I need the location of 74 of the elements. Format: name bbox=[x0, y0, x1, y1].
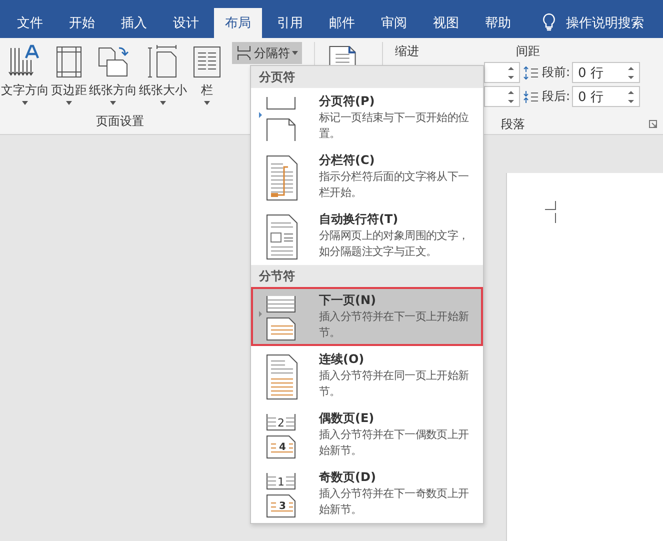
menu-item[interactable]: 1 3 奇数页(D) 插入分节符并在下一奇数页上开始新节。 bbox=[251, 464, 483, 523]
menu-item-description: 插入分节符并在同一页上开始新节。 bbox=[319, 368, 470, 400]
menu-item-description: 插入分节符并在下一奇数页上开始新节。 bbox=[319, 486, 470, 518]
breaks-icon bbox=[236, 45, 252, 61]
new-page-drawing bbox=[266, 494, 296, 518]
ribbon-tab[interactable]: 邮件 bbox=[316, 8, 368, 38]
breaks-dropdown-button[interactable]: 分隔符 bbox=[232, 42, 302, 64]
ribbon-tab[interactable]: 视图 bbox=[420, 8, 472, 38]
page-end-drawing bbox=[266, 472, 296, 490]
menu-item-title: 连续(O) bbox=[319, 351, 364, 368]
caret-icon bbox=[110, 101, 116, 105]
indent-spin-field[interactable] bbox=[484, 62, 520, 83]
menu-item[interactable]: 下一页(N) 插入分节符并在下一页上开始新节。 bbox=[251, 287, 483, 346]
crop-mark-icon bbox=[545, 201, 557, 223]
menu-item[interactable]: 分栏符(C) 指示分栏符后面的文字将从下一栏开始。 bbox=[251, 147, 483, 206]
ribbon-button[interactable]: 纸张方向 bbox=[88, 42, 138, 113]
menu-item[interactable]: 自动换行符(T) 分隔网页上的对象周围的文字，如分隔题注文字与正文。 bbox=[251, 206, 483, 265]
menu-item-description: 插入分节符并在下一页上开始新节。 bbox=[319, 309, 470, 341]
page-number: 4 bbox=[279, 442, 286, 453]
ribbon-tab[interactable]: 帮助 bbox=[472, 8, 524, 38]
page-number: 3 bbox=[279, 501, 286, 512]
ribbon-tab[interactable]: 引用 bbox=[264, 8, 316, 38]
ribbon-tab[interactable]: 布局 bbox=[214, 8, 262, 38]
ribbon-button[interactable]: 纸张大小 bbox=[138, 42, 188, 113]
menu-item-description: 指示分栏符后面的文字将从下一栏开始。 bbox=[319, 169, 470, 201]
ribbon-tab[interactable]: 文件 bbox=[4, 8, 56, 38]
tell-me-search[interactable]: 操作说明搜索 bbox=[566, 8, 644, 38]
group-label: 段落 bbox=[501, 116, 525, 132]
spinner-arrows-icon bbox=[508, 66, 514, 80]
spinner-arrows-icon bbox=[628, 66, 634, 80]
group-label: 页面设置 bbox=[95, 113, 145, 130]
menu-item-description: 插入分节符并在下一偶数页上开始新节。 bbox=[319, 427, 470, 459]
menu-item-title: 奇数页(D) bbox=[319, 469, 376, 486]
ribbon-button[interactable]: 栏 bbox=[188, 42, 226, 113]
caret-icon bbox=[204, 101, 210, 105]
ribbon-tab[interactable]: 设计 bbox=[160, 8, 212, 38]
spacing-before-icon bbox=[523, 66, 539, 80]
spacing-spin-field[interactable]: 0 行 bbox=[572, 62, 640, 83]
menu-item-description: 标记一页结束与下一页开始的位置。 bbox=[319, 110, 470, 142]
menu-section-header: 分节符 bbox=[251, 265, 483, 287]
menu-item[interactable]: 2 4 偶数页(E) 插入分节符并在下一偶数页上开始新节。 bbox=[251, 405, 483, 464]
page-number: 2 bbox=[278, 416, 284, 430]
menu-item-description: 分隔网页上的对象周围的文字，如分隔题注文字与正文。 bbox=[319, 228, 470, 260]
indent-label: 缩进 bbox=[395, 42, 420, 60]
menu-item-title: 下一页(N) bbox=[319, 292, 376, 309]
spinner-arrows-icon bbox=[628, 90, 634, 104]
dialog-launcher-icon[interactable] bbox=[649, 120, 657, 128]
ribbon-tab[interactable]: 开始 bbox=[56, 8, 108, 38]
page-number: 1 bbox=[278, 476, 284, 488]
spacing-field-label: 段前: bbox=[542, 64, 570, 81]
ribbon-button[interactable]: 文字方向 bbox=[0, 42, 50, 113]
spacing-label: 间距 bbox=[516, 42, 540, 60]
ribbon-tab[interactable]: 审阅 bbox=[368, 8, 420, 38]
menu-item-title: 偶数页(E) bbox=[319, 410, 374, 427]
ribbon-tab[interactable]: 插入 bbox=[108, 8, 160, 38]
spacing-after-icon bbox=[523, 90, 539, 104]
caret-icon bbox=[292, 51, 298, 55]
spacing-spin-field[interactable]: 0 行 bbox=[572, 86, 640, 107]
menu-item[interactable]: 连续(O) 插入分节符并在同一页上开始新节。 bbox=[251, 346, 483, 405]
ribbon-button[interactable]: 页边距 bbox=[50, 42, 88, 113]
menu-item-title: 分栏符(C) bbox=[319, 152, 375, 169]
spacing-field-label: 段后: bbox=[542, 88, 570, 105]
new-page-drawing bbox=[266, 436, 296, 458]
menu-item-title: 分页符(P) bbox=[319, 93, 375, 110]
page-end-drawing bbox=[266, 414, 296, 430]
spinner-arrows-icon bbox=[508, 90, 514, 104]
menu-item-title: 自动换行符(T) bbox=[319, 211, 398, 228]
caret-icon bbox=[66, 101, 72, 105]
caret-icon bbox=[22, 101, 28, 105]
menu-section-header: 分页符 bbox=[251, 66, 483, 88]
menu-item[interactable]: 分页符(P) 标记一页结束与下一页开始的位置。 bbox=[251, 88, 483, 147]
indent-spin-field[interactable] bbox=[484, 86, 520, 107]
lightbulb-icon bbox=[542, 13, 556, 31]
caret-icon bbox=[160, 101, 166, 105]
